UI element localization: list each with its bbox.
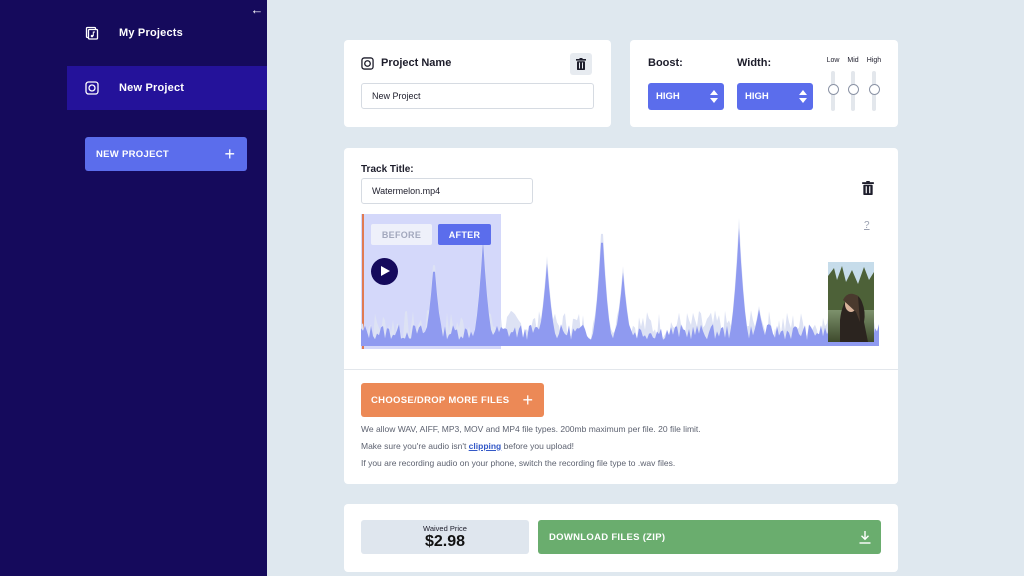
track-title-label: Track Title: xyxy=(361,164,414,175)
sidebar: ← My Projects New Project NEW PROJECT + xyxy=(0,0,267,576)
sidebar-item-label: New Project xyxy=(119,82,185,94)
new-project-button[interactable]: NEW PROJECT + xyxy=(85,137,247,171)
track-card: Track Title: BEFORE AFTER ? xyxy=(344,148,898,484)
eq-high-slider[interactable] xyxy=(868,84,880,95)
chevron-updown-icon xyxy=(710,90,718,103)
info-file-types: We allow WAV, AIFF, MP3, MOV and MP4 fil… xyxy=(361,424,701,434)
new-project-button-label: NEW PROJECT xyxy=(96,148,169,160)
track-title-input[interactable] xyxy=(361,178,533,204)
chevron-updown-icon xyxy=(799,90,807,103)
waveform-area[interactable]: BEFORE AFTER ? xyxy=(361,214,879,349)
help-link[interactable]: ? xyxy=(864,220,870,231)
download-files-button[interactable]: DOWNLOAD FILES (ZIP) xyxy=(538,520,881,554)
project-icon xyxy=(361,57,374,70)
width-select-value: HIGH xyxy=(745,91,769,102)
project-name-title: Project Name xyxy=(381,57,452,69)
download-files-label: DOWNLOAD FILES (ZIP) xyxy=(549,531,666,543)
trash-icon[interactable] xyxy=(862,181,874,195)
eq-mid-label: Mid xyxy=(847,57,859,64)
price-value: $2.98 xyxy=(424,533,466,550)
plus-icon: + xyxy=(224,144,235,164)
choose-files-label: CHOOSE/DROP MORE FILES xyxy=(371,394,510,406)
boost-select-value: HIGH xyxy=(656,91,680,102)
eq-mid-slider[interactable] xyxy=(847,84,859,95)
project-icon xyxy=(85,81,99,95)
play-button[interactable] xyxy=(371,258,398,285)
trash-icon xyxy=(576,58,586,70)
download-icon xyxy=(859,530,871,544)
sidebar-item-label: My Projects xyxy=(119,27,183,39)
price-box: Waived Price $2.98 xyxy=(361,520,529,554)
video-thumbnail xyxy=(828,262,874,342)
clipping-link[interactable]: clipping xyxy=(469,441,502,451)
info-clipping: Make sure you're audio isn't clipping be… xyxy=(361,441,574,451)
info-clipping-text: Make sure you're audio isn't xyxy=(361,441,469,451)
width-select[interactable]: HIGH xyxy=(737,83,813,110)
settings-card: Boost: HIGH Width: HIGH Low Mid High xyxy=(630,40,898,127)
width-label: Width: xyxy=(737,57,772,69)
eq-low-label: Low xyxy=(826,57,840,64)
sidebar-item-my-projects[interactable]: My Projects xyxy=(67,11,267,55)
before-button[interactable]: BEFORE xyxy=(371,224,432,245)
after-button[interactable]: AFTER xyxy=(438,224,491,245)
play-icon xyxy=(381,266,390,276)
plus-icon: + xyxy=(522,390,533,410)
sidebar-item-new-project[interactable]: New Project xyxy=(67,66,267,110)
price-card: Waived Price $2.98 DOWNLOAD FILES (ZIP) xyxy=(344,504,898,572)
video-thumbnail-image xyxy=(828,262,874,342)
info-phone-recording: If you are recording audio on your phone… xyxy=(361,458,676,468)
project-name-card: Project Name xyxy=(344,40,611,127)
eq-high-label: High xyxy=(866,57,882,64)
folder-music-icon xyxy=(85,26,99,40)
eq-low-slider[interactable] xyxy=(827,84,839,95)
divider xyxy=(344,369,898,370)
boost-select[interactable]: HIGH xyxy=(648,83,724,110)
choose-files-button[interactable]: CHOOSE/DROP MORE FILES + xyxy=(361,383,544,417)
project-name-input[interactable] xyxy=(361,83,594,109)
delete-project-button[interactable] xyxy=(570,53,592,75)
price-label: Waived Price xyxy=(423,524,467,533)
info-clipping-text-end: before you upload! xyxy=(501,441,575,451)
boost-label: Boost: xyxy=(648,57,683,69)
